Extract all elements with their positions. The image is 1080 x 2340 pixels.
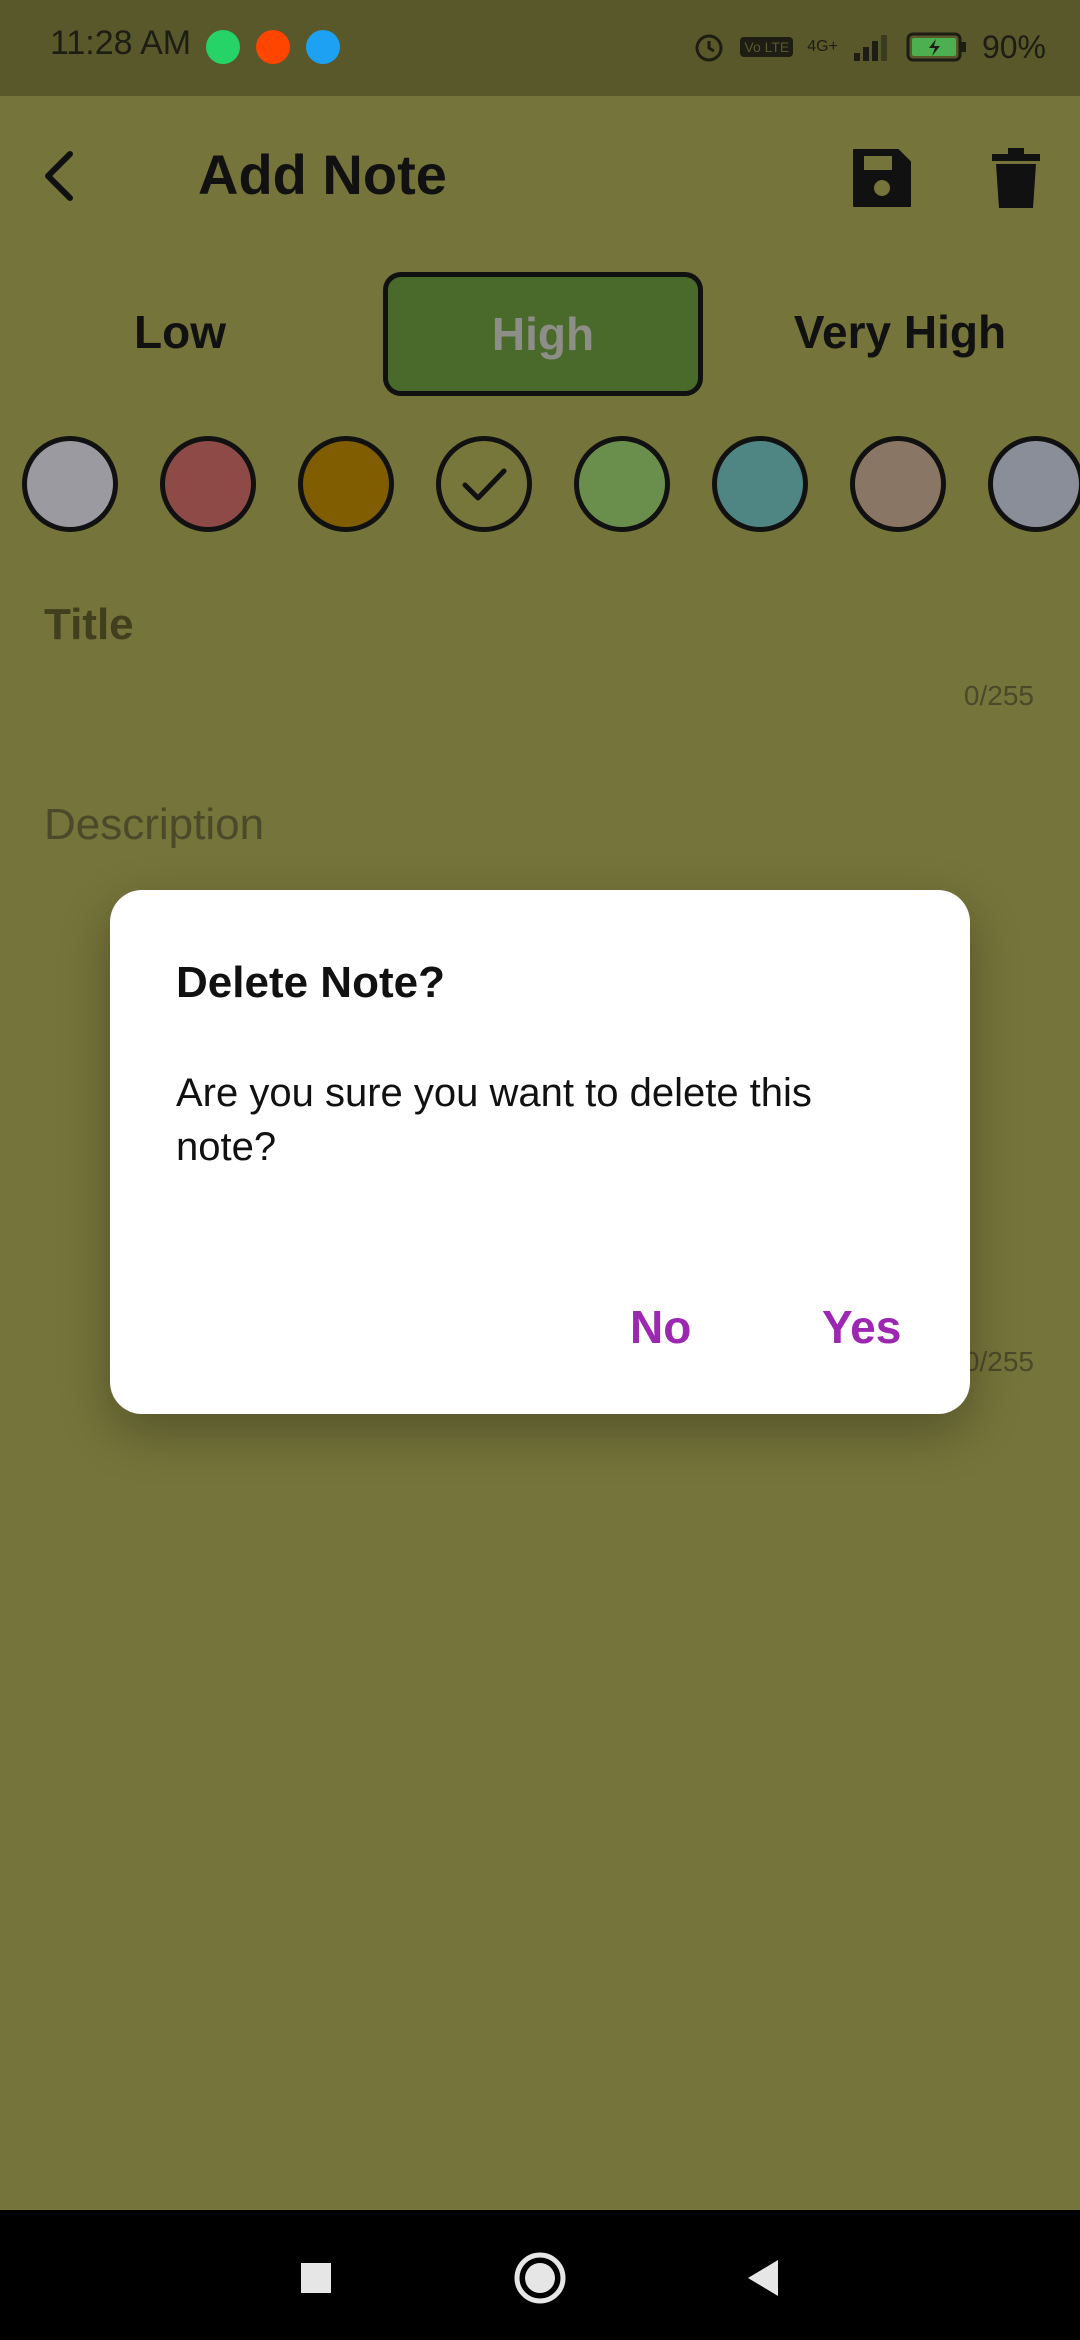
title-char-counter: 0/255 [963, 680, 1034, 711]
reddit-icon [256, 30, 290, 64]
trash-icon[interactable] [980, 142, 1052, 214]
priority-high-selected[interactable]: High [383, 272, 703, 396]
back-nav-icon[interactable] [734, 2248, 794, 2308]
twitter-icon [306, 30, 340, 64]
back-arrow-icon[interactable] [30, 144, 94, 208]
whatsapp-icon [206, 30, 240, 64]
color-swatch-amber[interactable] [298, 436, 394, 532]
signal-icon [853, 35, 887, 61]
color-swatch-olive-selected[interactable] [436, 436, 532, 532]
priority-low[interactable]: Low [0, 272, 360, 392]
checkmark-icon [462, 468, 507, 501]
network-type: 4G+ [807, 38, 838, 55]
description-input[interactable]: Description [44, 800, 264, 850]
color-swatch-slate[interactable] [988, 436, 1080, 532]
priority-very-high[interactable]: Very High [720, 272, 1080, 392]
save-icon[interactable] [846, 142, 918, 214]
color-picker [0, 436, 1080, 536]
app-bar: Add Note [0, 96, 1080, 256]
dialog-title: Delete Note? [176, 958, 445, 1007]
alarm-icon [695, 34, 723, 62]
home-icon[interactable] [510, 2248, 570, 2308]
delete-confirm-dialog: Delete Note? Are you sure you want to de… [110, 890, 970, 1414]
title-input[interactable]: Title [44, 600, 134, 650]
color-swatch-brown[interactable] [850, 436, 946, 532]
dialog-message: Are you sure you want to delete this not… [176, 1071, 812, 1169]
battery-icon [906, 32, 966, 62]
status-time: 11:28 AM [50, 24, 192, 62]
color-swatch-red[interactable] [160, 436, 256, 532]
page-title: Add Note [198, 143, 447, 206]
battery-level: 90% [981, 28, 1046, 65]
recents-icon[interactable] [286, 2248, 346, 2308]
color-swatch-teal[interactable] [712, 436, 808, 532]
system-nav-bar [0, 2210, 1080, 2340]
status-bar: 11:28 AM Vo LTE 4G+ 90% [0, 0, 1080, 96]
priority-selector: Low High Very High [0, 272, 1080, 396]
yes-button[interactable]: Yes [822, 1300, 901, 1354]
description-char-counter: 0/255 [963, 1346, 1034, 1377]
volte-icon: Vo LTE [740, 37, 794, 57]
color-swatch-gray[interactable] [22, 436, 118, 532]
no-button[interactable]: No [630, 1300, 691, 1354]
color-swatch-green[interactable] [574, 436, 670, 532]
status-right-group: Vo LTE 4G+ 90% [692, 22, 1046, 72]
